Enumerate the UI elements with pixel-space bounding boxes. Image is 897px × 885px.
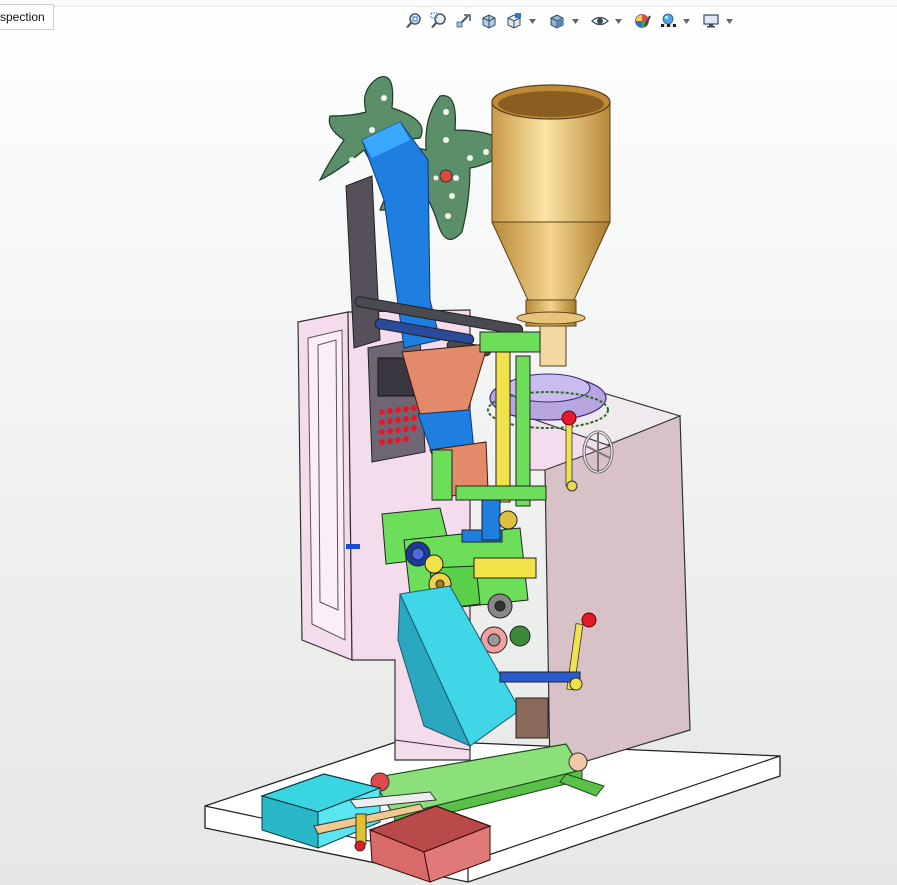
sensor-pin <box>346 544 360 549</box>
model-viewport[interactable] <box>0 0 897 885</box>
side-cabinet <box>528 391 691 773</box>
drive-motor <box>515 697 549 739</box>
